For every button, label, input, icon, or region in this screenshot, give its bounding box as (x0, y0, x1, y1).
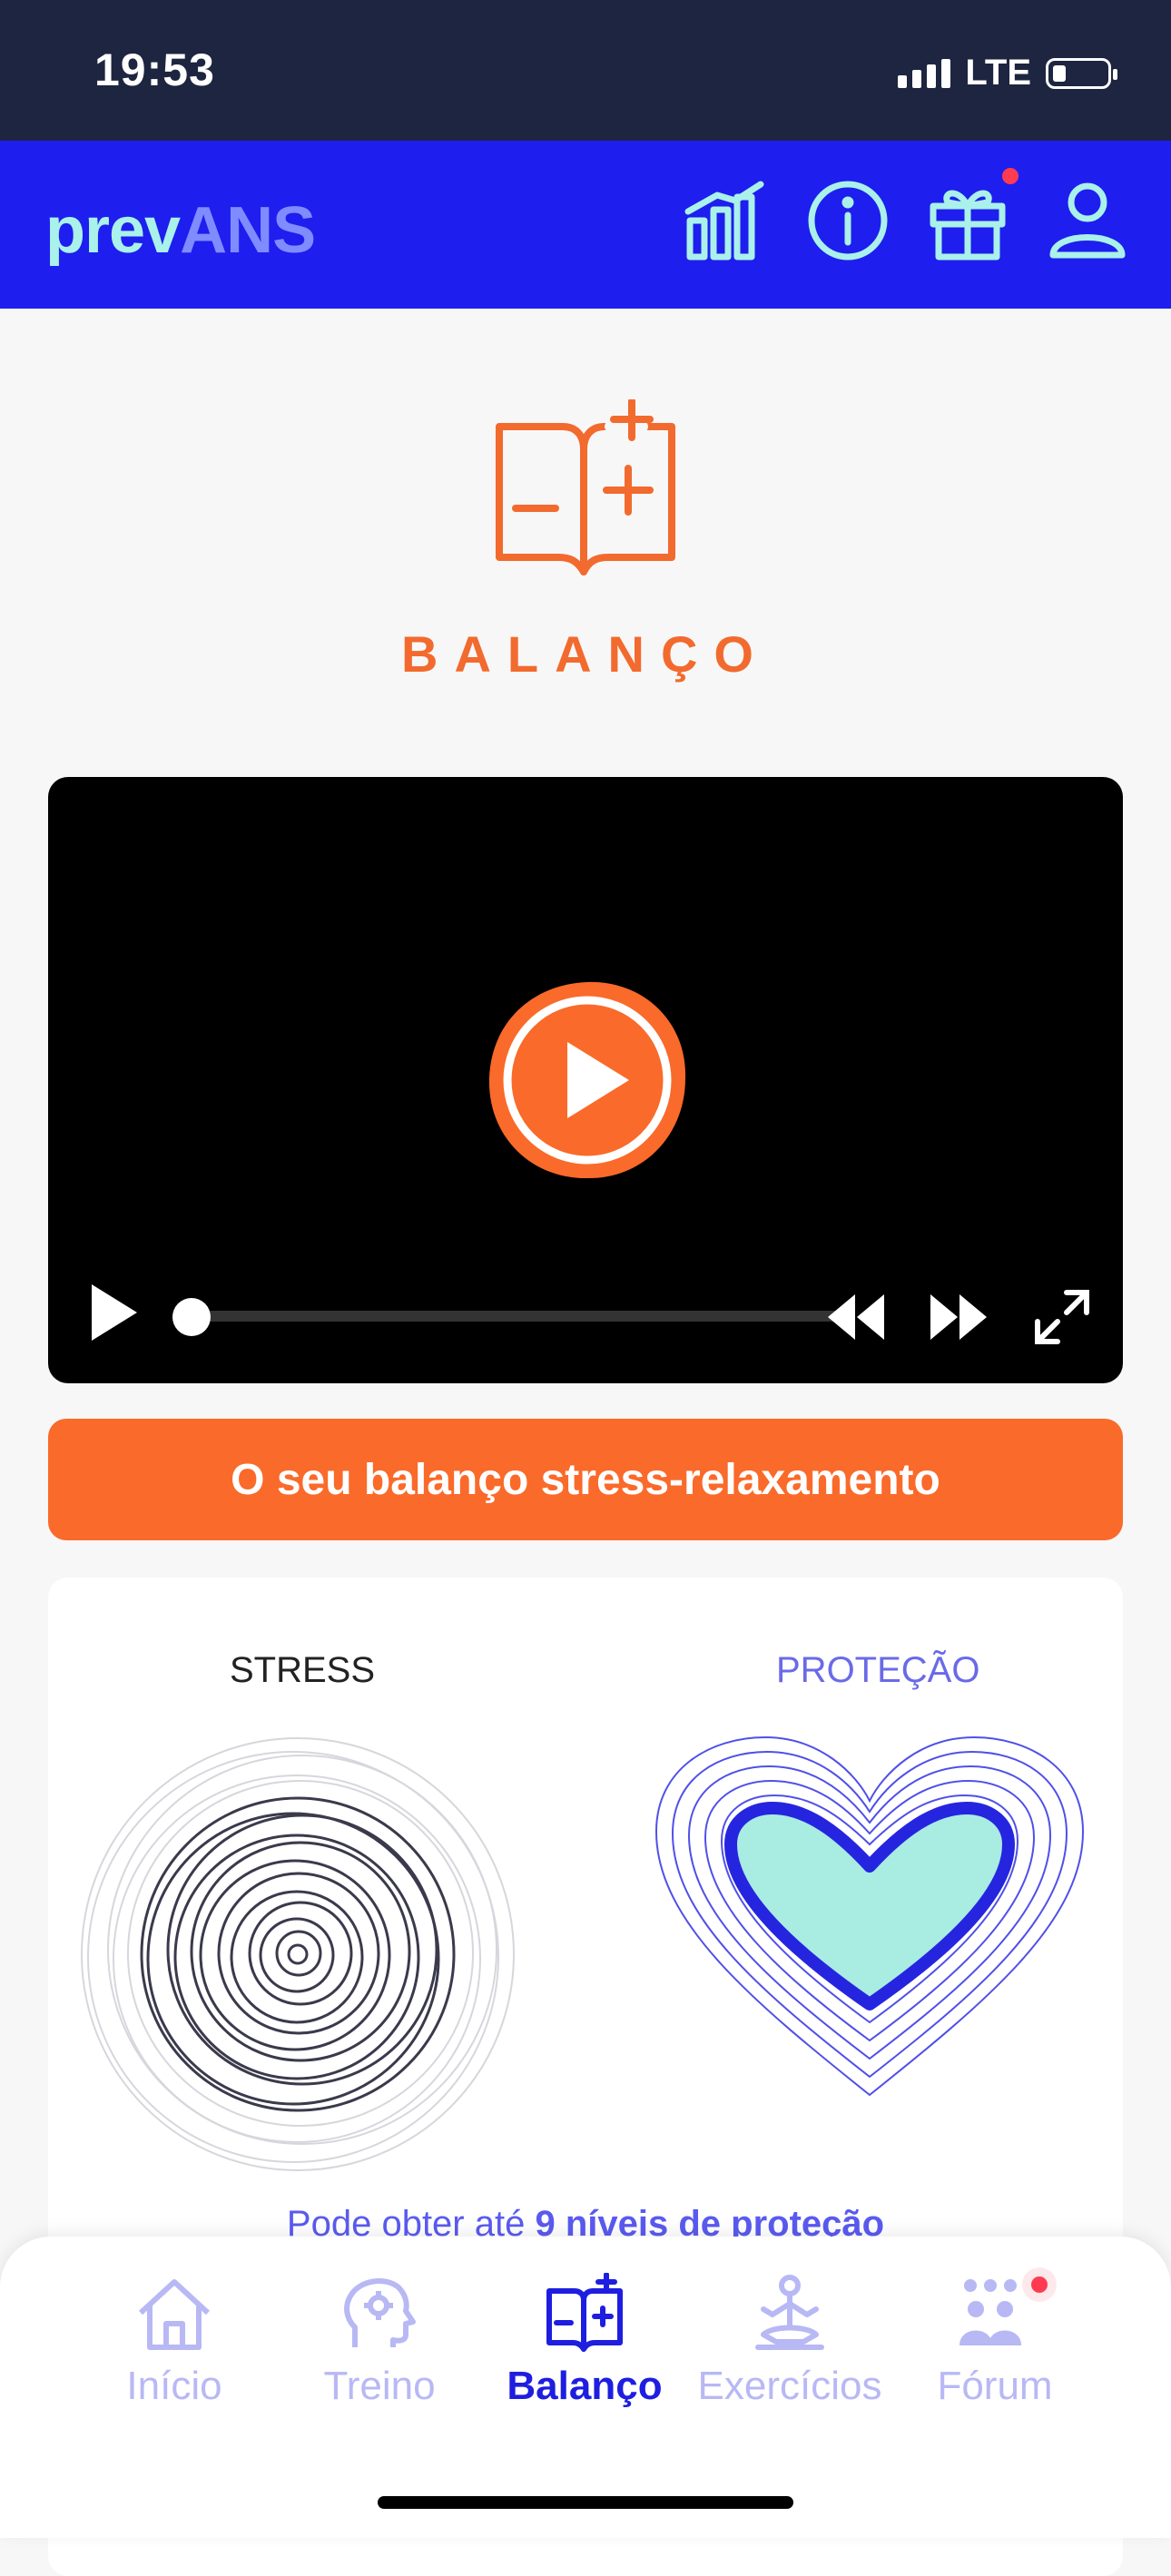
status-time: 19:53 (94, 44, 215, 95)
nav-item-balanco[interactable]: Balanço (480, 2273, 689, 2409)
notification-dot (1002, 168, 1018, 184)
network-type: LTE (965, 53, 1031, 93)
protection-label: PROTEÇÃO (776, 1650, 980, 1690)
stress-balance-button[interactable]: O seu balanço stress-relaxamento (48, 1419, 1123, 1540)
profile-icon[interactable] (1042, 175, 1133, 266)
video-progress-knob[interactable] (172, 1298, 211, 1336)
video-progress-bar[interactable] (193, 1311, 843, 1322)
info-icon[interactable] (802, 175, 893, 266)
gift-icon[interactable] (922, 175, 1013, 266)
app-logo: prevANS (45, 194, 316, 267)
balance-book-icon (546, 2273, 623, 2352)
forum-icon (959, 2279, 1021, 2345)
protection-heart-graphic (647, 1732, 1092, 2113)
app-header: prevANS (0, 141, 1171, 309)
stress-scribble-graphic (75, 1732, 520, 2177)
meditation-icon (755, 2275, 824, 2350)
page-title: BALANÇO (401, 625, 770, 683)
nav-item-exercicios[interactable]: Exercícios (685, 2273, 894, 2409)
nav-item-treino[interactable]: Treino (275, 2273, 484, 2409)
nav-item-forum[interactable]: Fórum (891, 2273, 1099, 2409)
signal-icon (898, 58, 951, 88)
play-button-large[interactable] (484, 977, 691, 1184)
chart-icon[interactable] (681, 175, 772, 266)
status-bar: 19:53 LTE (0, 0, 1171, 141)
bottom-navigation: Início Treino Balanço Exercícios Fórum (0, 2237, 1171, 2538)
rewind-icon[interactable] (824, 1285, 888, 1349)
status-indicators: LTE (898, 53, 1117, 93)
forum-notification-dot (1031, 2276, 1048, 2293)
brain-icon (344, 2278, 416, 2347)
nav-item-inicio[interactable]: Início (70, 2273, 279, 2409)
video-player[interactable] (48, 777, 1123, 1383)
play-icon[interactable] (86, 1281, 141, 1344)
balance-book-icon (490, 398, 681, 590)
battery-icon (1046, 57, 1117, 89)
home-indicator (378, 2496, 793, 2509)
home-icon (138, 2279, 211, 2350)
fullscreen-icon[interactable] (1030, 1285, 1094, 1349)
stress-label: STRESS (230, 1650, 376, 1690)
fast-forward-icon[interactable] (927, 1285, 990, 1349)
